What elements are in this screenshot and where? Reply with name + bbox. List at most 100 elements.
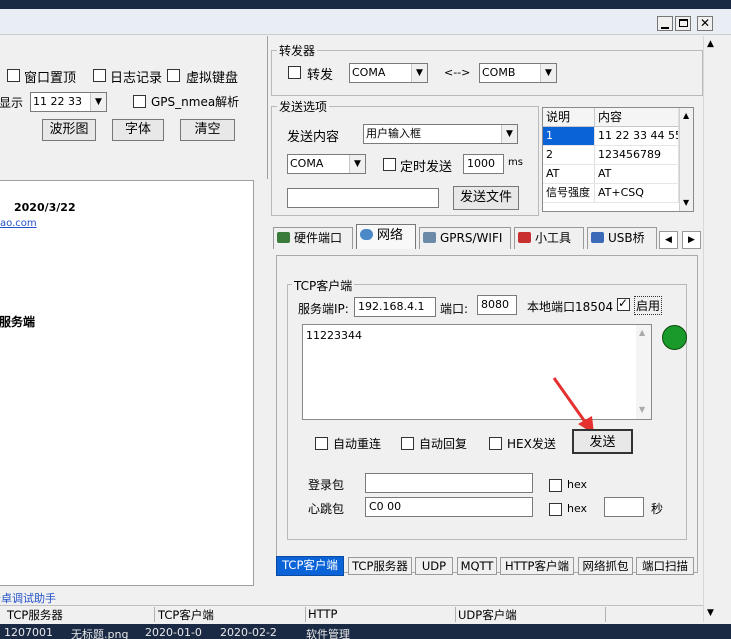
heartbeat-hex-checkbox[interactable] xyxy=(549,503,562,516)
forward-to-select[interactable]: COMB ▼ xyxy=(479,63,557,83)
login-packet-input[interactable] xyxy=(365,473,533,493)
tab-port-scan[interactable]: 端口扫描 xyxy=(636,557,694,575)
table-header-content: 内容 xyxy=(595,108,679,127)
send-port-select[interactable]: COMA ▼ xyxy=(287,154,366,174)
tab-http-client[interactable]: HTTP客户端 xyxy=(500,557,574,575)
taskbar-item[interactable]: 1207001 xyxy=(4,626,53,639)
scroll-down-icon[interactable]: ▼ xyxy=(683,198,689,207)
tab-scroll-left[interactable]: ◀ xyxy=(659,231,678,249)
forward-arrow: <--> xyxy=(444,66,471,79)
receive-link: ao.com xyxy=(0,218,37,229)
table-row[interactable]: 信号强度 xyxy=(543,184,595,203)
chevron-down-icon: ▼ xyxy=(349,155,365,173)
tab-gprs-wifi[interactable]: GPRS/WIFI xyxy=(419,227,511,249)
taskbar-item[interactable]: 2020-02-2 xyxy=(220,626,277,639)
forward-checkbox[interactable] xyxy=(288,66,301,79)
maximize-icon[interactable] xyxy=(675,16,691,31)
chevron-down-icon: ▼ xyxy=(501,125,517,143)
scroll-up-icon[interactable]: ▲ xyxy=(639,328,645,337)
window-top-checkbox[interactable] xyxy=(7,69,20,82)
server-ip-input[interactable]: 192.168.4.1 xyxy=(354,297,436,317)
timed-send-checkbox[interactable] xyxy=(383,158,396,171)
tcp-client-title: TCP客户端 xyxy=(292,277,355,294)
desktop-top-strip xyxy=(0,0,731,9)
login-hex-checkbox[interactable] xyxy=(549,479,562,492)
tab-tcp-client[interactable]: TCP客户端 xyxy=(276,556,344,576)
close-icon[interactable]: ✕ xyxy=(697,16,713,31)
table-row[interactable]: AT xyxy=(595,165,679,184)
status-col2: TCP客户端 xyxy=(158,608,214,622)
tab-tcp-server[interactable]: TCP服务器 xyxy=(348,557,412,575)
hex-send-checkbox[interactable] xyxy=(489,437,502,450)
send-options-title: 发送选项 xyxy=(277,98,330,115)
taskbar-item[interactable]: 2020-01-0 xyxy=(145,626,202,639)
status-col4: UDP客户端 xyxy=(458,608,517,622)
log-label: 日志记录 xyxy=(110,71,163,86)
enable-label: 启用 xyxy=(634,296,663,315)
receive-bold-text: 务服务端 xyxy=(0,315,36,329)
status-col1: TCP服务器 xyxy=(7,608,63,622)
port-input[interactable]: 8080 xyxy=(477,295,517,315)
waveform-button[interactable]: 波形图 xyxy=(42,119,96,141)
virtual-keyboard-checkbox[interactable] xyxy=(167,69,180,82)
table-row[interactable]: AT xyxy=(543,165,595,184)
hex-send-label: HEX发送 xyxy=(507,437,556,451)
send-file-path-input[interactable] xyxy=(287,188,439,208)
command-table[interactable]: 说明 内容 1 11 22 33 44 55 2 123456789 AT AT… xyxy=(542,107,694,212)
auto-reply-label: 自动回复 xyxy=(419,437,468,451)
title-bar xyxy=(0,9,731,35)
taskbar-item[interactable]: 软件管理 xyxy=(306,626,350,639)
tab-hardware-port[interactable]: 硬件端口 xyxy=(273,227,353,249)
tab-scroll-right[interactable]: ▶ xyxy=(682,231,701,249)
scroll-up-icon[interactable]: ▲ xyxy=(683,111,689,120)
log-checkbox[interactable] xyxy=(93,69,106,82)
right-scrollbar[interactable]: ▲ ▼ xyxy=(703,36,719,622)
android-debug-link[interactable]: 安卓调试助手 xyxy=(0,590,56,606)
status-bar xyxy=(0,605,703,624)
forward-from-select[interactable]: COMA ▼ xyxy=(349,63,428,83)
font-button[interactable]: 字体 xyxy=(112,119,164,141)
auto-reconnect-checkbox[interactable] xyxy=(315,437,328,450)
tab-tools[interactable]: 小工具 xyxy=(514,227,584,249)
send-file-button[interactable]: 发送文件 xyxy=(453,186,519,210)
table-row[interactable]: 11 22 33 44 55 xyxy=(595,127,679,146)
scroll-down-icon[interactable]: ▼ xyxy=(639,405,645,414)
gps-label: GPS_nmea解析 xyxy=(151,95,240,109)
send-content-select[interactable]: 用户输入框 ▼ xyxy=(363,124,518,144)
network-icon xyxy=(360,229,373,240)
tab-udp[interactable]: UDP xyxy=(415,557,453,575)
timed-interval-input[interactable]: 1000 xyxy=(463,154,504,174)
toolbox-icon xyxy=(518,232,531,243)
scroll-up-icon[interactable]: ▲ xyxy=(707,39,714,49)
chevron-down-icon: ▼ xyxy=(540,64,556,82)
auto-reply-checkbox[interactable] xyxy=(401,437,414,450)
login-packet-label: 登录包 xyxy=(308,478,345,492)
login-hex-label: hex xyxy=(567,478,588,491)
send-button[interactable]: 发送 xyxy=(572,429,633,454)
table-row[interactable]: 1 xyxy=(543,127,595,146)
usb-icon xyxy=(591,232,604,243)
receive-area[interactable] xyxy=(0,180,254,586)
table-row[interactable]: 123456789 xyxy=(595,146,679,165)
table-scrollbar[interactable]: ▲ ▼ xyxy=(679,108,693,211)
status-divider xyxy=(455,607,456,622)
tab-net-capture[interactable]: 网络抓包 xyxy=(578,557,633,575)
window-top-label: 窗口置顶 xyxy=(24,71,77,86)
taskbar-item[interactable]: 无标题.png xyxy=(71,626,128,639)
minimize-icon[interactable] xyxy=(657,16,673,31)
scroll-down-icon[interactable]: ▼ xyxy=(707,608,714,618)
table-row[interactable]: 2 xyxy=(543,146,595,165)
tab-network[interactable]: 网络 xyxy=(356,224,416,249)
display-select[interactable]: 11 22 33 ▼ xyxy=(30,92,107,112)
tab-usb-bridge[interactable]: USB桥 xyxy=(587,227,657,249)
textarea-scrollbar[interactable]: ▲ ▼ xyxy=(636,325,651,419)
gps-checkbox[interactable] xyxy=(133,95,146,108)
clear-button[interactable]: 清空 xyxy=(180,119,235,141)
table-row[interactable]: AT+CSQ xyxy=(595,184,679,203)
timed-send-label: 定时发送 xyxy=(400,160,453,175)
tab-mqtt[interactable]: MQTT xyxy=(457,557,497,575)
heartbeat-interval-input[interactable] xyxy=(604,497,644,517)
heartbeat-input[interactable]: C0 00 xyxy=(365,497,533,517)
enable-checkbox[interactable] xyxy=(617,296,630,311)
status-col3: HTTP xyxy=(308,607,338,621)
